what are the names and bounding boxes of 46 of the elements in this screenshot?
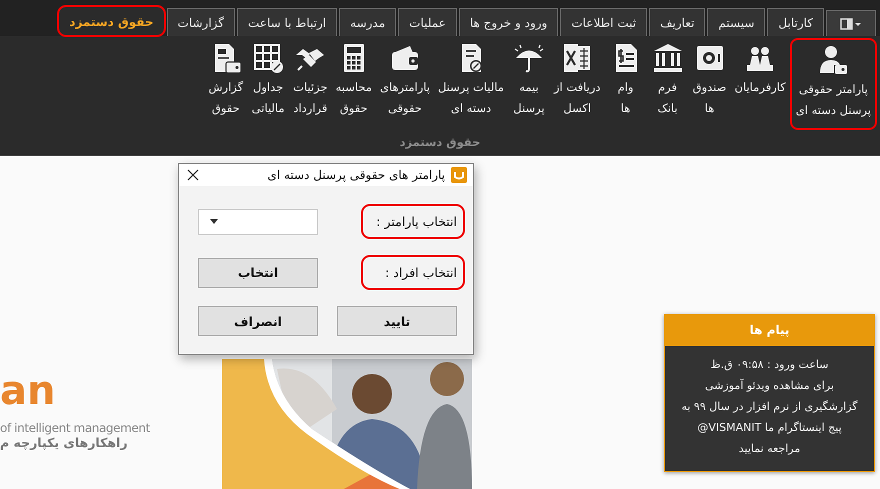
menu-tab[interactable]: عملیات xyxy=(398,8,457,36)
ribbon-button[interactable]: پارامتر حقوقی پرسنل دسته ای xyxy=(790,38,877,130)
panel-toggle-button[interactable] xyxy=(826,10,876,36)
ribbon-group-label: حقوق دستمزد xyxy=(400,134,480,151)
message-text: برای مشاهده ویدئو آموزشی xyxy=(704,378,835,394)
field-label: انتخاب افراد : xyxy=(361,255,465,290)
ribbon-button[interactable]: کارفرمایان xyxy=(730,38,790,130)
ribbon-button[interactable]: جداول مالیاتی xyxy=(247,38,290,130)
field-label: انتخاب پارامتر : xyxy=(361,204,465,239)
ribbon-button[interactable]: فرم بانک xyxy=(646,38,689,130)
ribbon-button[interactable]: محاسبه حقوق xyxy=(332,38,376,130)
close-button[interactable] xyxy=(185,167,201,183)
ribbon-button[interactable]: وام ها xyxy=(604,38,647,130)
logo-text: an xyxy=(0,371,56,411)
menu-tab[interactable]: سیستم xyxy=(707,8,766,36)
menu-tab[interactable]: ثبت اطلاعات xyxy=(560,8,648,36)
menu-tab[interactable]: تعاریف xyxy=(649,8,706,36)
ribbon-button[interactable]: گزارش حقوق xyxy=(204,38,248,130)
dialog-button[interactable]: انصراف xyxy=(198,306,318,336)
ribbon-button[interactable]: بیمه پرسنل xyxy=(508,38,550,130)
menu-tab[interactable]: مدرسه xyxy=(339,8,396,36)
message-text: پیج اینستاگرام ما VISMANIT@ xyxy=(696,420,843,436)
ribbon-button[interactable]: پارامترهای حقوقی xyxy=(376,38,434,130)
menu-tab[interactable]: گزارشات xyxy=(166,8,236,36)
close-icon xyxy=(187,169,199,181)
select-button[interactable]: انتخاب xyxy=(198,258,318,288)
dialog-button[interactable]: تایید xyxy=(337,306,457,336)
menu-tab[interactable]: کارتابل xyxy=(767,8,824,36)
ribbon-button[interactable]: جزئیات قرارداد xyxy=(289,38,332,130)
menu-tab[interactable]: ورود و خروج ها xyxy=(458,8,558,36)
menu-tab[interactable]: حقوق دستمزد xyxy=(58,6,165,36)
ribbon-button[interactable]: مالیات پرسنل دسته ای xyxy=(434,38,508,130)
dialog-title: پارامتر های حقوقی پرسنل دسته ای xyxy=(267,168,445,182)
panel-icon xyxy=(840,18,862,30)
table-percent-icon xyxy=(251,41,286,75)
menu-tab[interactable]: ارتباط با ساعت xyxy=(237,8,338,36)
logo-subtitle: راهکارهای یکپارچه م xyxy=(0,435,128,450)
app-icon xyxy=(451,167,467,183)
ribbon-button[interactable]: دریافت از اکسل xyxy=(550,38,605,130)
logo-tagline: of intelligent management xyxy=(0,421,150,435)
message-text: مراجعه نمایید xyxy=(738,441,802,457)
ribbon-button[interactable]: صندوق ها xyxy=(688,38,731,130)
message-text: گزارشگیری از نرم افزار در سال ۹۹ به xyxy=(680,399,859,415)
panel-header: پیام ها xyxy=(664,314,875,346)
message-text: ساعت ورود : ۰۹:۵۸ ق.ظ xyxy=(709,357,830,373)
dropdown-caret-icon xyxy=(210,219,218,224)
